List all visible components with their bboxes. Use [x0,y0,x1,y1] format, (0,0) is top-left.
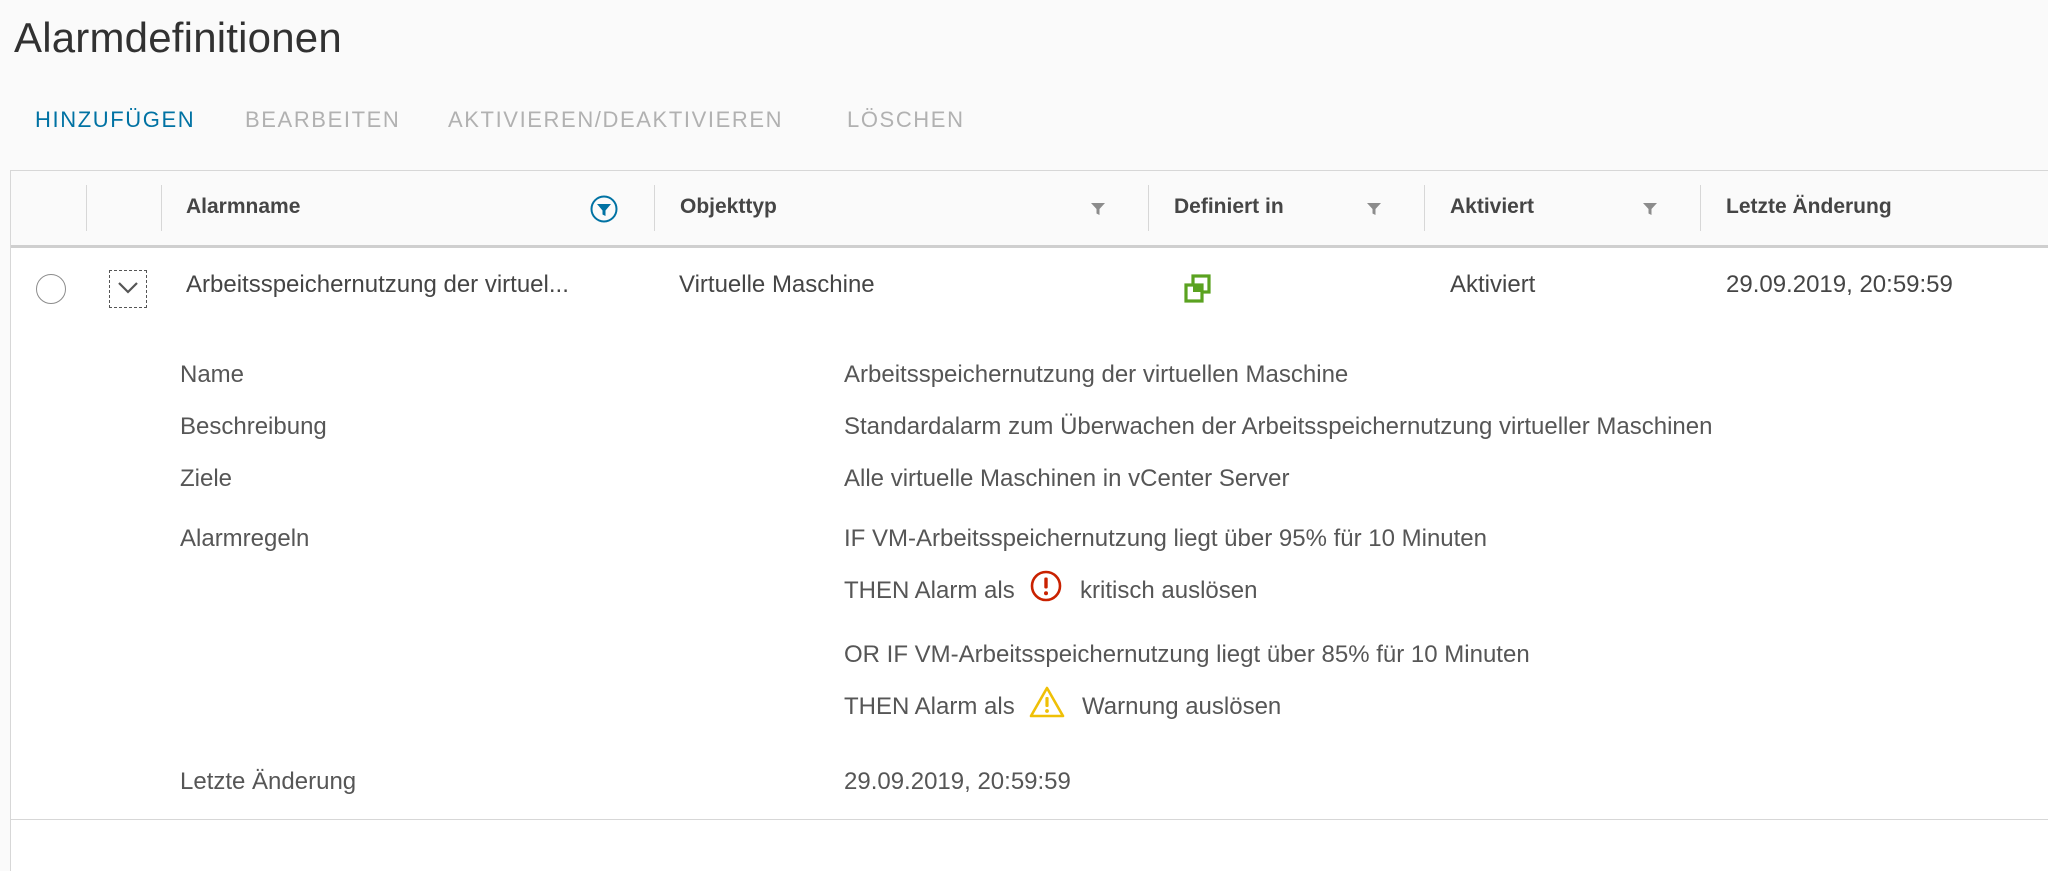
rule2-then: THEN Alarm als Warnung auslösen [844,685,1282,728]
detail-targets-label: Ziele [180,465,233,492]
rule2-if: OR IF VM-Arbeitsspeichernutzung liegt üb… [844,641,1530,668]
detail-targets-value: Alle virtuelle Maschinen in vCenter Serv… [844,465,1290,492]
datagrid-header: Alarmname Objekttyp Definiert in Aktivie… [11,171,2048,248]
page-title: Alarmdefinitionen [14,14,342,61]
filter-active-icon[interactable] [590,195,618,223]
rule1-if: IF VM-Arbeitsspeichernutzung liegt über … [844,525,1487,552]
column-header-last-modified[interactable]: Letzte Änderung [1726,195,1892,219]
column-separator [86,185,87,231]
critical-icon [1029,569,1063,610]
column-header-defined-in[interactable]: Definiert in [1174,195,1284,219]
delete-button[interactable]: LÖSCHEN [847,107,965,133]
filter-icon[interactable] [1361,195,1387,221]
rule1-then-suffix: kritisch auslösen [1080,576,1258,604]
toggle-button[interactable]: AKTIVIEREN/DEAKTIVIEREN [448,107,783,133]
detail-last-modified-label: Letzte Änderung [180,768,357,795]
row-divider [11,819,2048,820]
row-last-modified: 29.09.2019, 20:59:59 [1726,271,1953,298]
detail-last-modified-value: 29.09.2019, 20:59:59 [844,768,1071,795]
detail-description-value: Standardalarm zum Überwachen der Arbeits… [844,413,1713,440]
row-object-type: Virtuelle Maschine [679,271,875,298]
detail-description-label: Beschreibung [180,413,327,440]
rule2-then-prefix: THEN Alarm als [844,692,1015,720]
rule1-then: THEN Alarm als kritisch auslösen [844,569,1258,612]
row-alarm-name: Arbeitsspeichernutzung der virtuel... [186,271,569,298]
detail-rules-label: Alarmregeln [180,525,310,552]
warning-icon [1029,685,1065,726]
column-header-enabled[interactable]: Aktiviert [1450,195,1534,219]
rule1-then-prefix: THEN Alarm als [844,576,1015,604]
vcenter-icon [1181,272,1215,306]
detail-name-label: Name [180,361,245,388]
column-separator[interactable] [1424,185,1425,231]
filter-icon[interactable] [1085,195,1111,221]
edit-button[interactable]: BEARBEITEN [245,107,400,133]
row-select-radio[interactable] [36,274,66,304]
filter-icon[interactable] [1637,195,1663,221]
column-header-object-type[interactable]: Objekttyp [680,195,777,219]
column-separator[interactable] [654,185,655,231]
alarm-datagrid: Alarmname Objekttyp Definiert in Aktivie… [10,170,2048,871]
add-button[interactable]: HINZUFÜGEN [35,107,195,133]
column-separator [161,185,162,231]
chevron-down-icon [118,282,138,294]
column-separator[interactable] [1148,185,1149,231]
row-expand-toggle[interactable] [109,270,147,308]
row-enabled: Aktiviert [1450,271,1536,298]
rule2-then-suffix: Warnung auslösen [1082,692,1282,720]
column-header-alarm-name[interactable]: Alarmname [186,195,300,219]
column-separator[interactable] [1700,185,1701,231]
detail-name-value: Arbeitsspeichernutzung der virtuellen Ma… [844,361,1349,388]
